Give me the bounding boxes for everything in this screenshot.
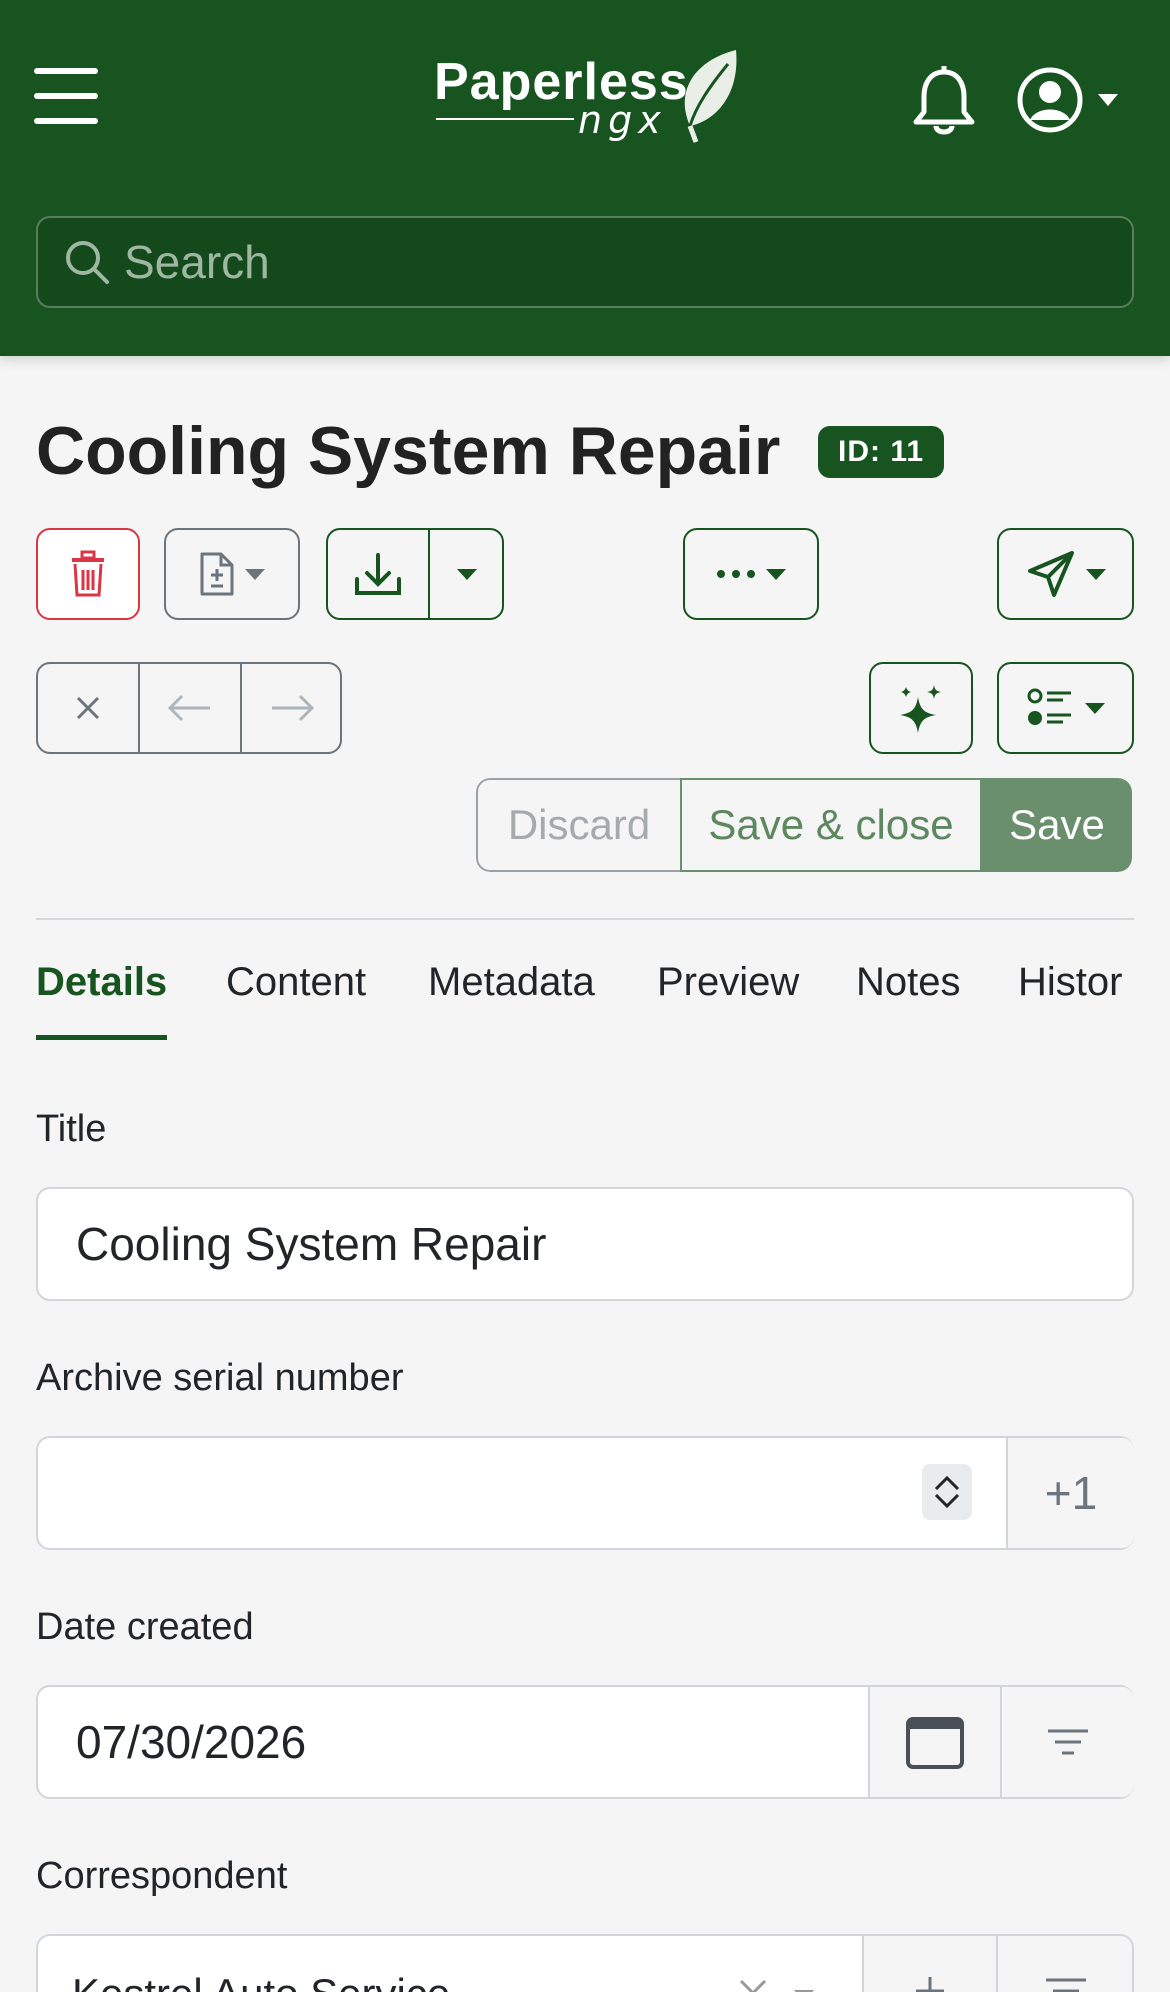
calendar-button[interactable] (868, 1687, 1000, 1797)
chevron-up-icon (934, 1475, 960, 1491)
page-title: Cooling System Repair (36, 413, 781, 489)
tab-details[interactable]: Details (36, 960, 168, 1040)
next-button[interactable] (242, 664, 342, 752)
menu-icon[interactable] (34, 68, 98, 124)
send-button[interactable] (997, 528, 1134, 620)
correspondent-field: Kestrel Auto Service (36, 1934, 1134, 1992)
plus-icon (916, 1977, 944, 1992)
asn-input[interactable] (76, 1466, 936, 1520)
title-field (36, 1187, 1134, 1301)
clear-icon[interactable] (738, 1978, 768, 1992)
chevron-down-icon (1085, 568, 1106, 580)
save-close-button[interactable]: Save & close (680, 778, 982, 872)
tab-metadata[interactable]: Metadata (428, 960, 595, 1035)
more-actions-button[interactable] (683, 528, 819, 620)
app-header: Paperless ngx (0, 0, 1170, 356)
divider (36, 918, 1134, 920)
download-button-group (326, 528, 504, 620)
trash-icon (72, 550, 104, 597)
chevron-down-icon (457, 568, 477, 580)
save-actions-group: Discard Save & close Save (476, 778, 1132, 872)
asn-increment-button[interactable]: +1 (1006, 1438, 1134, 1548)
asn-label: Archive serial number (36, 1357, 404, 1399)
filter-button[interactable] (996, 1936, 1132, 1992)
download-icon (355, 553, 401, 595)
chevron-down-icon (1084, 702, 1105, 714)
chevron-down-icon (766, 568, 786, 580)
notification-bell-icon[interactable] (912, 66, 976, 136)
tab-preview[interactable]: Preview (657, 960, 799, 1035)
arrow-left-icon (167, 694, 210, 722)
ellipsis-icon (717, 570, 755, 578)
tab-content[interactable]: Content (226, 960, 366, 1035)
filter-button[interactable] (1000, 1687, 1134, 1797)
date-created-field (36, 1685, 1134, 1799)
app-logo[interactable]: Paperless ngx (430, 44, 750, 154)
correspondent-label: Correspondent (36, 1855, 288, 1897)
filter-icon (1046, 1978, 1086, 1992)
delete-button[interactable] (36, 528, 140, 620)
close-icon (76, 696, 100, 720)
chevron-down-icon (1098, 94, 1118, 106)
arrow-right-icon (272, 694, 315, 722)
save-button[interactable]: Save (982, 778, 1132, 872)
file-diff-icon (200, 552, 234, 596)
search-bar[interactable] (36, 216, 1134, 308)
add-correspondent-button[interactable] (862, 1936, 996, 1992)
document-id-badge: ID: 11 (818, 426, 945, 478)
date-created-label: Date created (36, 1606, 254, 1648)
sparkles-icon (900, 685, 941, 733)
ai-suggestions-button[interactable] (869, 662, 973, 754)
chevron-down-icon (245, 568, 265, 580)
user-avatar-icon (1017, 67, 1083, 133)
search-icon (66, 241, 109, 284)
nav-button-group (36, 662, 342, 754)
user-menu[interactable] (1016, 66, 1118, 134)
calendar-icon (906, 1717, 964, 1769)
discard-button[interactable]: Discard (476, 778, 680, 872)
previous-button[interactable] (140, 664, 240, 752)
number-spinner[interactable] (922, 1464, 972, 1520)
leaf-icon (684, 50, 737, 143)
chevron-down-icon (934, 1493, 960, 1509)
asn-field: +1 (36, 1436, 1134, 1550)
filter-icon (1048, 1729, 1088, 1755)
search-input[interactable] (124, 235, 1084, 289)
title-input[interactable] (76, 1217, 1076, 1271)
document-actions-button[interactable] (164, 528, 300, 620)
tab-history[interactable]: Histor (1018, 960, 1122, 1035)
logo-subtext: ngx (578, 98, 667, 142)
download-options-toggle[interactable] (430, 530, 504, 618)
tab-notes[interactable]: Notes (856, 960, 961, 1035)
custom-fields-button[interactable] (997, 662, 1134, 754)
send-icon (1027, 551, 1074, 597)
title-label: Title (36, 1108, 107, 1150)
ui-checks-icon (1027, 688, 1071, 725)
date-created-input[interactable] (76, 1715, 836, 1769)
download-button[interactable] (328, 530, 428, 618)
correspondent-select-value[interactable]: Kestrel Auto Service (72, 1970, 450, 1992)
close-button[interactable] (38, 664, 138, 752)
